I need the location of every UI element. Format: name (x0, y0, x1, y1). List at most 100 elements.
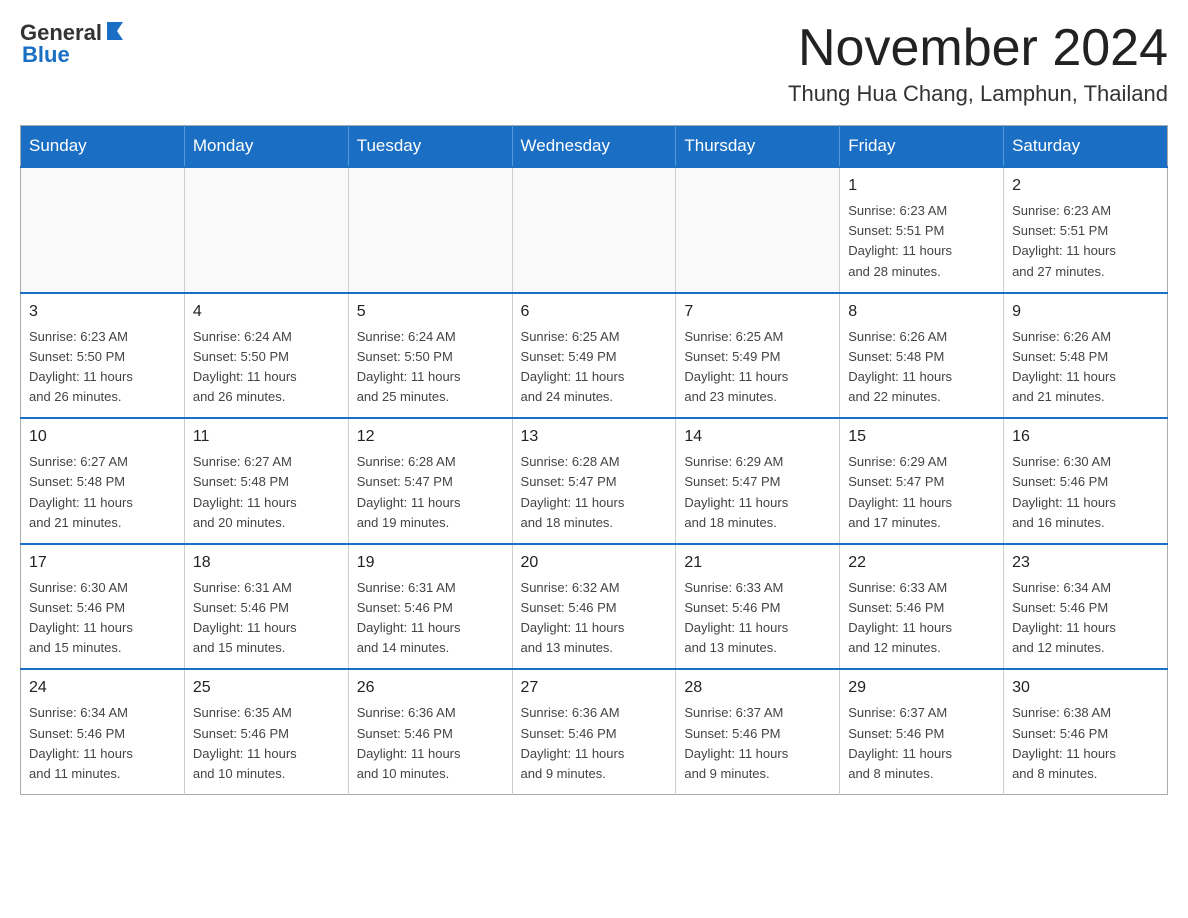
day-info: Sunrise: 6:24 AMSunset: 5:50 PMDaylight:… (193, 327, 340, 408)
day-info: Sunrise: 6:31 AMSunset: 5:46 PMDaylight:… (193, 578, 340, 659)
calendar-cell-3-1: 18 Sunrise: 6:31 AMSunset: 5:46 PMDayligh… (184, 544, 348, 670)
day-number: 30 (1012, 676, 1159, 700)
day-number: 4 (193, 300, 340, 324)
day-info: Sunrise: 6:37 AMSunset: 5:46 PMDaylight:… (684, 703, 831, 784)
day-number: 28 (684, 676, 831, 700)
day-number: 13 (521, 425, 668, 449)
weekday-header-monday: Monday (184, 126, 348, 168)
day-number: 11 (193, 425, 340, 449)
day-number: 14 (684, 425, 831, 449)
day-info: Sunrise: 6:29 AMSunset: 5:47 PMDaylight:… (848, 452, 995, 533)
weekday-header-sunday: Sunday (21, 126, 185, 168)
day-number: 12 (357, 425, 504, 449)
day-number: 24 (29, 676, 176, 700)
day-number: 9 (1012, 300, 1159, 324)
day-info: Sunrise: 6:36 AMSunset: 5:46 PMDaylight:… (357, 703, 504, 784)
day-info: Sunrise: 6:29 AMSunset: 5:47 PMDaylight:… (684, 452, 831, 533)
weekday-header-friday: Friday (840, 126, 1004, 168)
calendar-cell-4-2: 26 Sunrise: 6:36 AMSunset: 5:46 PMDayligh… (348, 669, 512, 794)
day-number: 6 (521, 300, 668, 324)
day-info: Sunrise: 6:30 AMSunset: 5:46 PMDaylight:… (1012, 452, 1159, 533)
calendar-cell-0-6: 2Sunrise: 6:23 AMSunset: 5:51 PMDaylight… (1004, 167, 1168, 293)
day-info: Sunrise: 6:23 AMSunset: 5:51 PMDaylight:… (848, 201, 995, 282)
day-number: 21 (684, 551, 831, 575)
logo-wordmark: General Blue (20, 20, 127, 68)
logo: General Blue (20, 20, 127, 68)
logo-flag-icon (105, 20, 127, 42)
calendar-cell-4-4: 28 Sunrise: 6:37 AMSunset: 5:46 PMDayligh… (676, 669, 840, 794)
calendar-cell-3-4: 21 Sunrise: 6:33 AMSunset: 5:46 PMDayligh… (676, 544, 840, 670)
calendar-cell-0-4 (676, 167, 840, 293)
day-info: Sunrise: 6:36 AMSunset: 5:46 PMDaylight:… (521, 703, 668, 784)
calendar-cell-0-3 (512, 167, 676, 293)
day-info: Sunrise: 6:24 AMSunset: 5:50 PMDaylight:… (357, 327, 504, 408)
calendar-week-3: 10 Sunrise: 6:27 AMSunset: 5:48 PMDayligh… (21, 418, 1168, 544)
calendar-week-4: 17 Sunrise: 6:30 AMSunset: 5:46 PMDayligh… (21, 544, 1168, 670)
day-number: 17 (29, 551, 176, 575)
day-info: Sunrise: 6:38 AMSunset: 5:46 PMDaylight:… (1012, 703, 1159, 784)
day-info: Sunrise: 6:31 AMSunset: 5:46 PMDaylight:… (357, 578, 504, 659)
weekday-header-saturday: Saturday (1004, 126, 1168, 168)
calendar-cell-2-6: 16Sunrise: 6:30 AMSunset: 5:46 PMDayligh… (1004, 418, 1168, 544)
calendar-cell-2-4: 14 Sunrise: 6:29 AMSunset: 5:47 PMDayligh… (676, 418, 840, 544)
title-block: November 2024 Thung Hua Chang, Lamphun, … (788, 20, 1168, 107)
calendar-header: SundayMondayTuesdayWednesdayThursdayFrid… (21, 126, 1168, 168)
calendar-cell-0-0 (21, 167, 185, 293)
day-info: Sunrise: 6:32 AMSunset: 5:46 PMDaylight:… (521, 578, 668, 659)
day-number: 19 (357, 551, 504, 575)
calendar-cell-0-2 (348, 167, 512, 293)
calendar-cell-4-0: 24 Sunrise: 6:34 AMSunset: 5:46 PMDayligh… (21, 669, 185, 794)
day-number: 27 (521, 676, 668, 700)
calendar-cell-1-6: 9 Sunrise: 6:26 AMSunset: 5:48 PMDaylight… (1004, 293, 1168, 419)
calendar-cell-1-2: 5 Sunrise: 6:24 AMSunset: 5:50 PMDaylight… (348, 293, 512, 419)
calendar-week-1: 1 Sunrise: 6:23 AMSunset: 5:51 PMDaylight… (21, 167, 1168, 293)
day-number: 23 (1012, 551, 1159, 575)
day-info: Sunrise: 6:37 AMSunset: 5:46 PMDaylight:… (848, 703, 995, 784)
calendar-cell-3-3: 20Sunrise: 6:32 AMSunset: 5:46 PMDayligh… (512, 544, 676, 670)
calendar-week-2: 3Sunrise: 6:23 AMSunset: 5:50 PMDaylight… (21, 293, 1168, 419)
day-info: Sunrise: 6:28 AMSunset: 5:47 PMDaylight:… (521, 452, 668, 533)
day-number: 5 (357, 300, 504, 324)
calendar-cell-1-3: 6Sunrise: 6:25 AMSunset: 5:49 PMDaylight… (512, 293, 676, 419)
day-number: 22 (848, 551, 995, 575)
calendar-cell-2-5: 15 Sunrise: 6:29 AMSunset: 5:47 PMDayligh… (840, 418, 1004, 544)
calendar-cell-1-4: 7 Sunrise: 6:25 AMSunset: 5:49 PMDaylight… (676, 293, 840, 419)
day-info: Sunrise: 6:34 AMSunset: 5:46 PMDaylight:… (1012, 578, 1159, 659)
month-title: November 2024 (788, 20, 1168, 77)
day-info: Sunrise: 6:30 AMSunset: 5:46 PMDaylight:… (29, 578, 176, 659)
calendar-cell-0-1 (184, 167, 348, 293)
calendar-cell-1-5: 8 Sunrise: 6:26 AMSunset: 5:48 PMDaylight… (840, 293, 1004, 419)
day-info: Sunrise: 6:23 AMSunset: 5:51 PMDaylight:… (1012, 201, 1159, 282)
day-number: 18 (193, 551, 340, 575)
day-info: Sunrise: 6:26 AMSunset: 5:48 PMDaylight:… (848, 327, 995, 408)
calendar-week-5: 24 Sunrise: 6:34 AMSunset: 5:46 PMDayligh… (21, 669, 1168, 794)
day-info: Sunrise: 6:34 AMSunset: 5:46 PMDaylight:… (29, 703, 176, 784)
calendar-cell-1-1: 4 Sunrise: 6:24 AMSunset: 5:50 PMDaylight… (184, 293, 348, 419)
location-title: Thung Hua Chang, Lamphun, Thailand (788, 81, 1168, 107)
calendar-cell-2-3: 13 Sunrise: 6:28 AMSunset: 5:47 PMDayligh… (512, 418, 676, 544)
weekday-header-row: SundayMondayTuesdayWednesdayThursdayFrid… (21, 126, 1168, 168)
day-number: 15 (848, 425, 995, 449)
day-number: 10 (29, 425, 176, 449)
calendar-cell-4-6: 30 Sunrise: 6:38 AMSunset: 5:46 PMDayligh… (1004, 669, 1168, 794)
calendar-cell-3-5: 22Sunrise: 6:33 AMSunset: 5:46 PMDayligh… (840, 544, 1004, 670)
day-number: 8 (848, 300, 995, 324)
calendar-table: SundayMondayTuesdayWednesdayThursdayFrid… (20, 125, 1168, 795)
day-info: Sunrise: 6:33 AMSunset: 5:46 PMDaylight:… (684, 578, 831, 659)
weekday-header-tuesday: Tuesday (348, 126, 512, 168)
day-info: Sunrise: 6:25 AMSunset: 5:49 PMDaylight:… (684, 327, 831, 408)
day-number: 1 (848, 174, 995, 198)
calendar-cell-3-6: 23 Sunrise: 6:34 AMSunset: 5:46 PMDayligh… (1004, 544, 1168, 670)
logo-blue-text: Blue (22, 42, 70, 67)
calendar-body: 1 Sunrise: 6:23 AMSunset: 5:51 PMDaylight… (21, 167, 1168, 794)
calendar-cell-3-0: 17 Sunrise: 6:30 AMSunset: 5:46 PMDayligh… (21, 544, 185, 670)
day-info: Sunrise: 6:26 AMSunset: 5:48 PMDaylight:… (1012, 327, 1159, 408)
day-number: 7 (684, 300, 831, 324)
calendar-cell-4-5: 29Sunrise: 6:37 AMSunset: 5:46 PMDayligh… (840, 669, 1004, 794)
day-info: Sunrise: 6:27 AMSunset: 5:48 PMDaylight:… (29, 452, 176, 533)
calendar-cell-2-1: 11Sunrise: 6:27 AMSunset: 5:48 PMDayligh… (184, 418, 348, 544)
calendar-cell-0-5: 1 Sunrise: 6:23 AMSunset: 5:51 PMDaylight… (840, 167, 1004, 293)
day-number: 26 (357, 676, 504, 700)
calendar-cell-3-2: 19 Sunrise: 6:31 AMSunset: 5:46 PMDayligh… (348, 544, 512, 670)
calendar-cell-2-0: 10 Sunrise: 6:27 AMSunset: 5:48 PMDayligh… (21, 418, 185, 544)
